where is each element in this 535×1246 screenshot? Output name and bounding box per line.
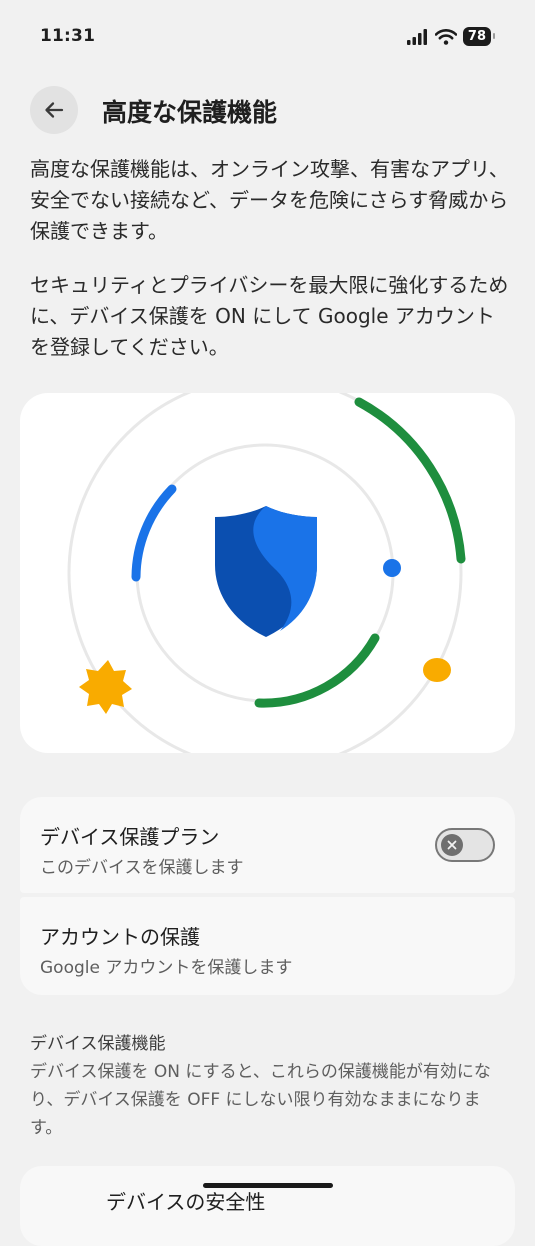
back-arrow-icon: [45, 102, 64, 118]
hero-illustration: [20, 393, 515, 753]
green-inner-arc: [254, 633, 380, 708]
status-time: 11:31: [40, 26, 96, 46]
green-outer-arc: [354, 397, 466, 564]
status-icons: 78: [406, 27, 496, 46]
close-icon: [447, 840, 457, 850]
device-safety-title: デバイスの安全性: [106, 1190, 266, 1214]
device-protection-plan-subtitle: このデバイスを保護します: [40, 858, 244, 878]
account-protection-subtitle: Google アカウントを保護します: [40, 958, 293, 978]
account-protection-title: アカウントの保護: [40, 925, 200, 949]
intro-paragraph-1: 高度な保護機能は、オンライン攻撃、有害なアプリ、安全でない接続など、データを危険…: [30, 157, 509, 243]
blue-dot: [383, 559, 401, 577]
wifi-icon: [434, 28, 457, 45]
home-indicator[interactable]: [203, 1183, 333, 1188]
page-title: 高度な保護機能: [102, 98, 278, 127]
device-protection-plan-title: デバイス保護プラン: [40, 825, 220, 849]
toggle-knob: [441, 834, 463, 856]
signal-icon: [406, 28, 427, 45]
blue-arc: [131, 484, 177, 582]
battery-indicator: 78: [462, 27, 496, 46]
device-safety-item[interactable]: デバイスの安全性: [20, 1166, 515, 1246]
page-header: 高度な保護機能: [30, 84, 515, 136]
section-description: デバイス保護を ON にすると、これらの保護機能が有効になり、デバイス保護を O…: [30, 1062, 491, 1138]
device-protection-plan-item[interactable]: デバイス保護プラン このデバイスを保護します: [20, 797, 515, 893]
account-protection-item[interactable]: アカウントの保護 Google アカウントを保護します: [20, 897, 515, 995]
yellow-starburst: [79, 660, 132, 714]
yellow-dot: [423, 658, 451, 682]
intro-paragraph-2: セキュリティとプライバシーを最大限に強化するために、デバイス保護を ON にして…: [30, 273, 509, 359]
back-button[interactable]: [30, 86, 78, 134]
device-protection-toggle[interactable]: [435, 828, 495, 862]
section-title: デバイス保護機能: [30, 1034, 166, 1054]
status-bar: 11:31 78: [0, 0, 535, 72]
